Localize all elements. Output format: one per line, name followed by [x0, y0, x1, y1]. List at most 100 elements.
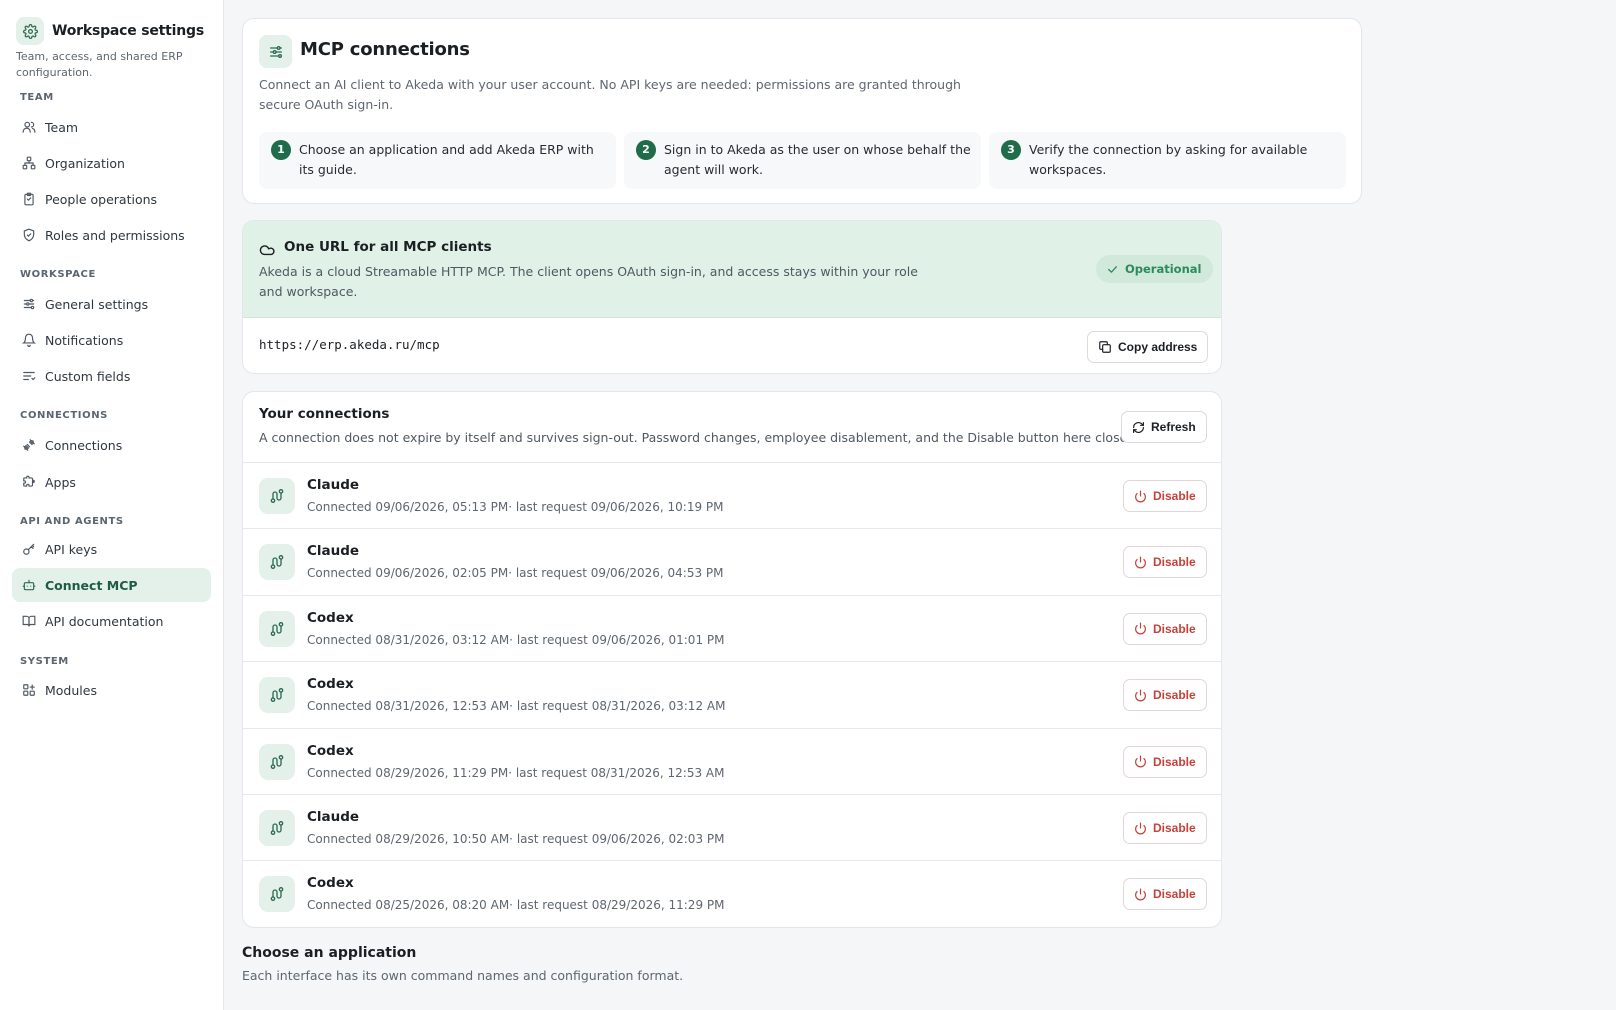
refresh-button[interactable]: Refresh — [1121, 411, 1207, 443]
disable-label: Disable — [1153, 887, 1196, 902]
sidebar-item-custom-fields[interactable]: Custom fields — [12, 359, 211, 393]
disable-label: Disable — [1153, 621, 1196, 636]
copy-address-button[interactable]: Copy address — [1087, 331, 1209, 363]
sidebar-subtitle: Team, access, and shared ERP configurati… — [16, 50, 183, 79]
mcp-url: https://erp.akeda.ru/mcp — [259, 337, 440, 352]
connection-route-icon — [259, 610, 295, 647]
status-badge: Operational — [1096, 255, 1214, 283]
sidebar-item-api-keys[interactable]: API keys — [12, 532, 211, 566]
connection-row: Claude Connected 09/06/2026, 02:05 PM· la… — [243, 528, 1221, 595]
connection-meta: Connected 08/25/2026, 08:20 AM· last req… — [307, 898, 725, 913]
bot-icon — [22, 579, 36, 591]
connection-route-icon — [259, 810, 295, 846]
choose-application-title: Choose an application — [242, 945, 417, 961]
connection-name: Claude — [307, 477, 360, 493]
disable-button[interactable]: Disable — [1123, 812, 1207, 844]
connection-route-icon — [259, 743, 295, 780]
sidebar-item-label: Connect MCP — [45, 577, 138, 593]
connection-name: Claude — [307, 543, 360, 560]
step-number: 2 — [636, 140, 656, 160]
disable-button[interactable]: Disable — [1123, 679, 1207, 712]
section-team: TEAM — [20, 92, 54, 103]
connection-row: Codex Connected 08/25/2026, 08:20 AM· las… — [243, 860, 1221, 927]
step-card: 1 Choose an application and add Akeda ER… — [259, 132, 616, 189]
list-icon — [23, 371, 36, 381]
sidebar-item-label: Notifications — [45, 332, 124, 348]
sidebar-item-roles-and-permissions[interactable]: Roles and permissions — [12, 218, 211, 252]
clipboard-icon — [24, 192, 34, 206]
sidebar-item-organization[interactable]: Organization — [12, 146, 211, 180]
mcp-url-card: One URL for all MCP clients Akeda is a c… — [242, 220, 1222, 374]
sidebar: Workspace settings Team, access, and sha… — [0, 0, 224, 1010]
disable-button[interactable]: Disable — [1123, 878, 1207, 911]
disable-button[interactable]: Disable — [1123, 745, 1207, 778]
key-icon — [23, 543, 35, 555]
power-icon — [1135, 755, 1146, 768]
sidebar-item-label: Roles and permissions — [45, 227, 185, 243]
refresh-icon — [1133, 421, 1144, 433]
sidebar-item-label: Organization — [45, 155, 125, 171]
disable-label: Disable — [1153, 555, 1196, 570]
connection-meta: Connected 08/29/2026, 10:50 AM· last req… — [307, 832, 725, 846]
step-card: 2 Sign in to Akeda as the user on whose … — [624, 132, 981, 189]
sidebar-item-label: General settings — [45, 296, 149, 312]
sidebar-item-notifications[interactable]: Notifications — [12, 323, 211, 357]
sidebar-item-label: People operations — [45, 191, 158, 207]
section-workspace: WORKSPACE — [20, 269, 96, 280]
disable-label: Disable — [1153, 754, 1196, 769]
connections-card: Your connections A connection does not e… — [242, 391, 1222, 928]
url-card-header: One URL for all MCP clients Akeda is a c… — [243, 221, 1221, 318]
sidebar-item-connect-mcp[interactable]: Connect MCP — [12, 568, 211, 602]
power-icon — [1135, 821, 1146, 834]
connection-row: Claude Connected 08/29/2026, 10:50 AM· la… — [243, 794, 1221, 861]
connection-meta: Connected 08/29/2026, 11:29 PM· last req… — [307, 765, 725, 780]
connection-route-icon — [259, 478, 295, 514]
connection-name: Codex — [307, 742, 354, 759]
connections-title: Your connections — [259, 406, 390, 422]
mcp-intro-card: MCP connections Connect an AI client to … — [242, 18, 1362, 204]
disable-button[interactable]: Disable — [1123, 480, 1207, 512]
connection-row: Codex Connected 08/31/2026, 12:53 AM· las… — [243, 661, 1221, 728]
sidebar-item-label: Modules — [45, 682, 97, 698]
sidebar-item-label: API documentation — [45, 613, 164, 629]
copy-icon — [1099, 341, 1111, 353]
step-text: Choose an application and add Akeda ERP … — [299, 142, 594, 177]
connection-name: Codex — [307, 609, 354, 626]
organization-icon — [22, 156, 36, 170]
power-icon — [1135, 689, 1146, 702]
section-system: SYSTEM — [20, 656, 69, 667]
sidebar-item-people-operations[interactable]: People operations — [12, 182, 211, 216]
disable-button[interactable]: Disable — [1123, 546, 1207, 579]
sliders-icon — [23, 298, 35, 310]
power-icon — [1135, 489, 1146, 502]
sidebar-item-connections[interactable]: Connections — [12, 428, 211, 462]
copy-address-label: Copy address — [1118, 340, 1198, 354]
sidebar-item-label: Team — [45, 119, 79, 135]
sidebar-item-modules[interactable]: Modules — [12, 673, 211, 707]
page-description: Connect an AI client to Akeda with your … — [259, 77, 961, 112]
sidebar-item-api-documentation[interactable]: API documentation — [12, 604, 211, 638]
section-api-and-agents: API AND AGENTS — [20, 516, 124, 527]
section-connections: CONNECTIONS — [20, 410, 108, 421]
disable-label: Disable — [1153, 821, 1196, 835]
step-card: 3 Verify the connection by asking for av… — [989, 132, 1346, 189]
connection-row: Codex Connected 08/29/2026, 11:29 PM· las… — [243, 727, 1221, 795]
url-card-description: Akeda is a cloud Streamable HTTP MCP. Th… — [259, 264, 918, 299]
sidebar-item-apps[interactable]: Apps — [12, 465, 211, 499]
disable-label: Disable — [1153, 489, 1196, 503]
refresh-label: Refresh — [1151, 420, 1196, 434]
disable-label: Disable — [1153, 688, 1196, 703]
connection-route-icon — [259, 677, 295, 714]
connection-name: Codex — [307, 875, 354, 892]
connection-meta: Connected 08/31/2026, 03:12 AM· last req… — [307, 632, 725, 647]
sidebar-item-general-settings[interactable]: General settings — [12, 287, 211, 321]
disable-button[interactable]: Disable — [1123, 612, 1207, 645]
shield-check-icon — [23, 228, 35, 242]
connections-description: A connection does not expire by itself a… — [259, 430, 1144, 445]
bell-icon — [22, 333, 36, 347]
sidebar-title: Workspace settings — [52, 23, 204, 39]
connection-route-icon — [259, 876, 295, 913]
connection-meta: Connected 09/06/2026, 05:13 PM· last req… — [307, 500, 724, 514]
step-text: Verify the connection by asking for avai… — [1029, 142, 1308, 177]
sidebar-item-team[interactable]: Team — [12, 110, 211, 144]
